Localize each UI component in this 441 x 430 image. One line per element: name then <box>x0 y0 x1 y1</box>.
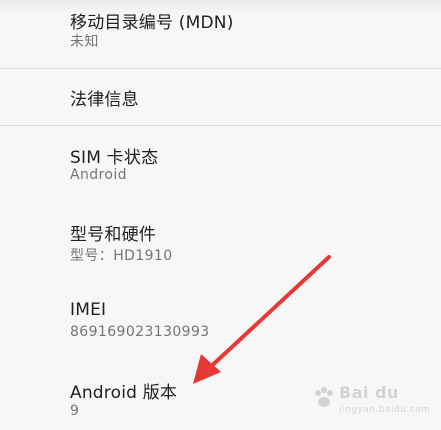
settings-item-title: IMEI <box>70 300 107 320</box>
settings-item-sim-status[interactable]: SIM 卡状态 Android <box>0 126 441 202</box>
settings-item-summary: Android <box>70 167 127 183</box>
settings-item-title: 移动目录编号 (MDN) <box>70 13 234 33</box>
settings-item-mdn[interactable]: 移动目录编号 (MDN) 未知 <box>0 0 441 68</box>
settings-item-summary: 869169023130993 <box>70 324 210 340</box>
baidu-watermark: Bai du jingyan.baidu.com <box>311 382 431 422</box>
watermark-brand: Bai du <box>339 383 399 402</box>
settings-item-title: 法律信息 <box>70 90 139 110</box>
settings-item-summary: 型号：HD1910 <box>70 248 173 264</box>
settings-item-title: Android 版本 <box>70 383 178 403</box>
settings-item-summary: 未知 <box>70 34 99 50</box>
settings-item-imei[interactable]: IMEI 869169023130993 <box>0 280 441 358</box>
watermark-url: jingyan.baidu.com <box>339 405 431 415</box>
settings-item-model-hardware[interactable]: 型号和硬件 型号：HD1910 <box>0 202 441 280</box>
settings-item-legal-info[interactable]: 法律信息 <box>0 69 441 125</box>
about-phone-screen: 移动目录编号 (MDN) 未知 法律信息 SIM 卡状态 Android 型号和… <box>0 0 441 430</box>
settings-item-title: 型号和硬件 <box>70 225 156 245</box>
settings-item-title: SIM 卡状态 <box>70 148 159 168</box>
settings-item-summary: 9 <box>70 403 80 419</box>
paw-icon <box>315 387 333 407</box>
